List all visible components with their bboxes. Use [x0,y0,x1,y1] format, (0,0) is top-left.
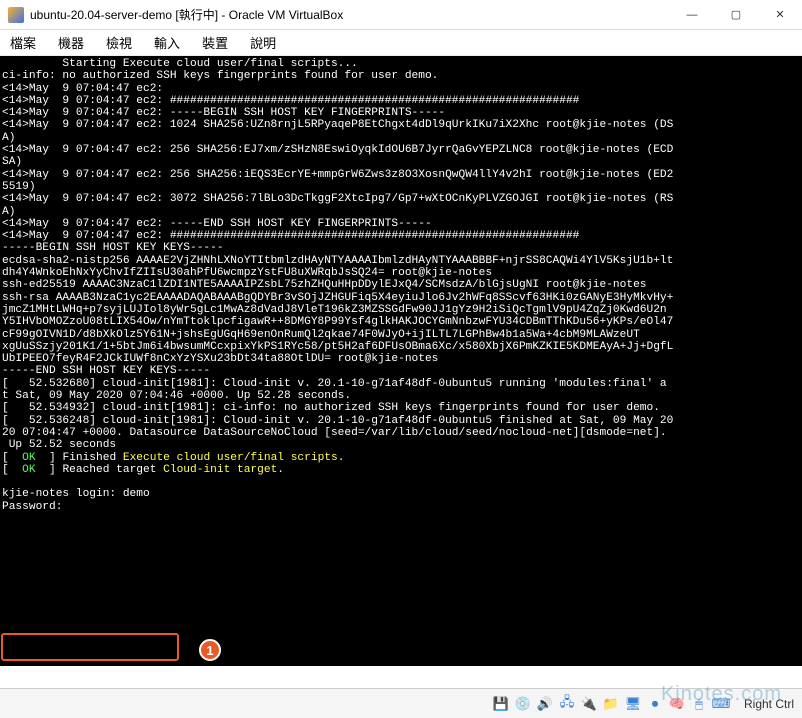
term-line: 5519) [2,181,36,193]
menu-view[interactable]: 檢視 [106,33,132,52]
maximize-button[interactable]: ▢ [714,0,758,30]
term-line: <14>May 9 07:04:47 ec2: [2,83,163,95]
menubar: 檔案 機器 檢視 輸入 裝置 說明 [0,30,802,56]
term-line: xgUuSSzjy201K1/1+5btJm6i4bwsumMCcxpixYkP… [2,341,673,353]
term-line: <14>May 9 07:04:47 ec2: -----END SSH HOS… [2,218,432,230]
term-line: UbIPEEO7feyR4F2JCkIUWf8nCxYzYSXu23bDt34t… [2,353,438,365]
menu-file[interactable]: 檔案 [10,33,36,52]
term-line: ecdsa-sha2-nistp256 AAAAE2VjZHNhLXNoYTIt… [2,255,673,267]
term-line: Starting Execute cloud user/final script… [2,58,358,70]
ok-dot: . [338,452,345,464]
ok-unit: Execute cloud user/final scripts [123,452,338,464]
mouse-icon[interactable]: 🖱 [690,695,708,713]
callout-number: 1 [206,643,213,658]
ok-unit: Cloud-init target [163,464,277,476]
ok-status: OK [22,452,35,464]
ok-dot: . [277,464,284,476]
window-titlebar: ubuntu-20.04-server-demo [執行中] - Oracle … [0,0,802,30]
term-line: A) [2,206,15,218]
term-line: <14>May 9 07:04:47 ec2: 3072 SHA256:7lBL… [2,193,673,205]
ok-bracket: [ [2,464,22,476]
term-line: 20 07:04:47 +0000. Datasource DataSource… [2,427,667,439]
term-line: jmcZ1MHtLWHq+p7syjLUJIol8yWr5gLc1MwAz8dV… [2,304,667,316]
term-line: <14>May 9 07:04:47 ec2: 256 SHA256:iEQS3… [2,169,673,181]
term-line: t Sat, 09 May 2020 07:04:46 +0000. Up 52… [2,390,351,402]
display-icon[interactable]: 🖥 [624,695,642,713]
term-line: [ 52.532680] cloud-init[1981]: Cloud-ini… [2,378,667,390]
term-line: -----BEGIN SSH HOST KEY KEYS----- [2,242,224,254]
window-controls: — ▢ ✕ [670,0,802,30]
term-line: ssh-rsa AAAAB3NzaC1yc2EAAAADAQABAAABgQDY… [2,292,673,304]
optical-icon[interactable]: 💿 [514,695,532,713]
login-prompt: kjie-notes login: demo [2,488,150,500]
term-line: [ 52.534932] cloud-init[1981]: ci-info: … [2,402,660,414]
term-line: cF99gOIVN1D/d8bXkOlz5Y61N+jshsEgUGqH69en… [2,329,640,341]
menu-devices[interactable]: 裝置 [202,33,228,52]
ok-text: ] Finished [36,452,123,464]
term-line: Y5IHVbOMOZzoU08tLIX54Ow/nYmTtoklpcfigawR… [2,316,673,328]
term-line: <14>May 9 07:04:47 ec2: 1024 SHA256:UZn8… [2,119,673,131]
password-prompt: Password: [2,501,62,513]
ok-text: ] Reached target [36,464,164,476]
usb-icon[interactable]: 🔌 [580,695,598,713]
host-key-indicator[interactable]: Right Ctrl [744,697,794,711]
cpu-icon[interactable]: 🧠 [668,695,686,713]
window-title: ubuntu-20.04-server-demo [執行中] - Oracle … [30,6,670,23]
term-line: A) [2,132,15,144]
menu-input[interactable]: 輸入 [154,33,180,52]
statusbar: 💾 💿 🔊 🖧 🔌 📁 🖥 ⏺ 🧠 🖱 ⌨ Right Ctrl [0,688,802,718]
recording-icon[interactable]: ⏺ [646,695,664,713]
close-button[interactable]: ✕ [758,0,802,30]
annotation-callout-1: 1 [199,639,221,661]
term-line: Up 52.52 seconds [2,439,116,451]
terminal-output[interactable]: Starting Execute cloud user/final script… [0,56,802,666]
term-line: <14>May 9 07:04:47 ec2: ################… [2,95,579,107]
term-line: SA) [2,156,22,168]
term-line: ci-info: no authorized SSH keys fingerpr… [2,70,438,82]
term-line: <14>May 9 07:04:47 ec2: 256 SHA256:EJ7xm… [2,144,673,156]
menu-help[interactable]: 說明 [250,33,276,52]
app-icon [8,7,24,23]
menu-machine[interactable]: 機器 [58,33,84,52]
term-line: [ 52.536248] cloud-init[1981]: Cloud-ini… [2,415,673,427]
term-line: <14>May 9 07:04:47 ec2: ################… [2,230,579,242]
term-line: ssh-ed25519 AAAAC3NzaC1lZDI1NTE5AAAAIPZs… [2,279,647,291]
term-line: <14>May 9 07:04:47 ec2: -----BEGIN SSH H… [2,107,445,119]
shared-folder-icon[interactable]: 📁 [602,695,620,713]
network-icon[interactable]: 🖧 [558,695,576,713]
ok-status: OK [22,464,35,476]
hdd-icon[interactable]: 💾 [492,695,510,713]
minimize-button[interactable]: — [670,0,714,30]
term-line: dh4Y4WnkoEhNxYyChvIfZIIsU30ahPfU6wcmpzYs… [2,267,492,279]
ok-bracket: [ [2,452,22,464]
term-line: -----END SSH HOST KEY KEYS----- [2,365,210,377]
keyboard-icon[interactable]: ⌨ [712,695,730,713]
audio-icon[interactable]: 🔊 [536,695,554,713]
